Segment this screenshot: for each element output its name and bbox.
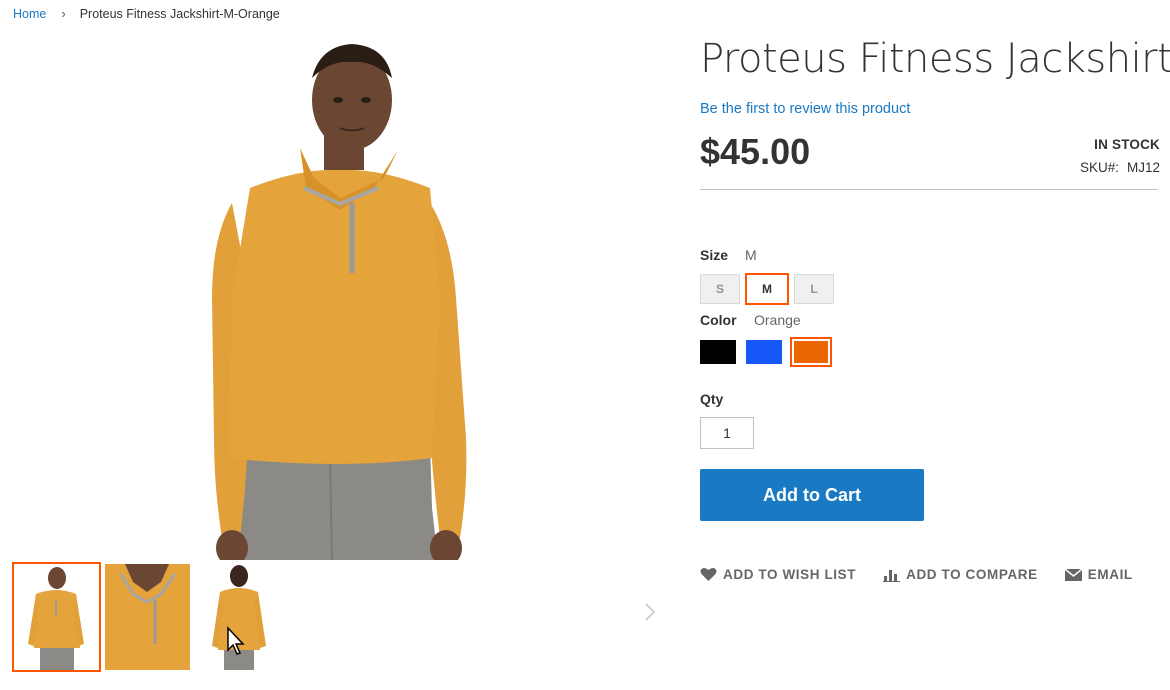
email-label: EMAIL (1087, 567, 1133, 582)
add-to-cart-button[interactable]: Add to Cart (700, 469, 924, 521)
sku-value: MJ12 (1126, 160, 1160, 175)
size-options: S M L (700, 273, 834, 305)
divider (700, 189, 1158, 190)
color-swatch-orange[interactable] (790, 337, 832, 367)
product-sku: SKU#: MJ12 (1080, 160, 1160, 175)
thumbnail-collar[interactable] (103, 562, 192, 672)
breadcrumb-separator: › (61, 6, 66, 21)
color-swatch-black[interactable] (700, 340, 736, 364)
product-main-image[interactable] (0, 38, 680, 560)
compare-label: ADD TO COMPARE (906, 567, 1038, 582)
stock-status: IN STOCK (1094, 137, 1160, 152)
qty-label: Qty (700, 391, 724, 407)
add-to-wishlist-button[interactable]: ADD TO WISH LIST (700, 567, 856, 582)
heart-icon (700, 567, 717, 581)
breadcrumb-current: Proteus Fitness Jackshirt-M-Orange (79, 6, 280, 21)
qty-input[interactable] (700, 417, 754, 449)
wishlist-label: ADD TO WISH LIST (723, 567, 857, 582)
email-button[interactable]: EMAIL (1064, 567, 1133, 582)
thumbnail-front[interactable] (12, 562, 101, 672)
mouse-cursor-icon (226, 626, 246, 656)
envelope-icon (1064, 568, 1082, 581)
review-link[interactable]: Be the first to review this product (700, 101, 910, 117)
product-actions: ADD TO WISH LIST ADD TO COMPARE EMAIL (700, 567, 1160, 582)
color-label: Color (700, 312, 737, 328)
product-title: Proteus Fitness Jackshirt (700, 36, 1170, 82)
color-swatch-blue[interactable] (746, 340, 782, 364)
breadcrumb-home-link[interactable]: Home (13, 7, 46, 21)
size-selected-value: M (745, 247, 757, 263)
size-option-s[interactable]: S (700, 274, 740, 304)
size-option-m[interactable]: M (745, 273, 789, 305)
product-price: $45.00 (700, 131, 811, 172)
size-option-l[interactable]: L (794, 274, 834, 304)
compare-bars-icon (883, 569, 901, 582)
color-options (700, 337, 832, 367)
color-selected-value: Orange (754, 312, 801, 328)
sku-label: SKU#: (1079, 160, 1119, 175)
add-to-compare-button[interactable]: ADD TO COMPARE (883, 567, 1038, 582)
breadcrumb: Home › Proteus Fitness Jackshirt-M-Orang… (13, 6, 280, 21)
size-label: Size (700, 247, 729, 263)
gallery-next-arrow-icon[interactable] (640, 600, 660, 624)
